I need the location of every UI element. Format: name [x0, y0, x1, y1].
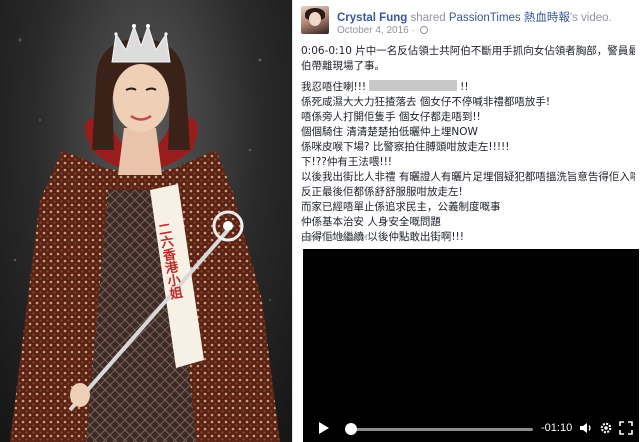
facebook-post: Crystal Fung shared PassionTimes 熱血時報's …	[292, 0, 640, 442]
post-line: 係死咸濕大大力狂揸落去 個女仔不停喊非禮都唔放手!	[301, 96, 551, 108]
video-scrubber[interactable]	[345, 428, 533, 431]
post-line: 反正最後佢都係舒舒服服咁放走左!	[301, 186, 463, 198]
volume-icon[interactable]	[579, 421, 593, 435]
post-line: 我忍唔住喇!!!!!	[301, 80, 635, 95]
pageant-photo: 二六香港小姐	[0, 0, 292, 442]
post-line-tail: !!	[460, 81, 469, 93]
avatar[interactable]	[301, 6, 329, 34]
post-line: 下!??仲有王法喂!!!	[301, 156, 392, 168]
video-controls: -01:10	[303, 416, 639, 442]
shared-suffix: 's video.	[569, 12, 612, 24]
post-attribution: Crystal Fung shared PassionTimes 熱血時報's …	[337, 9, 612, 25]
time-remaining: -01:10	[541, 422, 573, 434]
settings-gear-icon[interactable]	[599, 421, 613, 435]
post-paragraph: 我忍唔住喇!!!!! 係死咸濕大大力狂揸落去 個女仔不停喊非禮都唔放手! 唔係旁…	[301, 80, 635, 245]
post-line: 而家已經唔單止係追求民主，公義制度嘅事	[301, 201, 501, 213]
post-body: 0:06-0:10 片中一名反佔領士共阿伯不斷用手抓向女佔領者胸部，警員最後把阿…	[301, 44, 635, 251]
post-line: 唔係旁人打開佢隻手 個女仔都走唔到!!	[301, 111, 481, 123]
pageant-photo-illustration	[10, 24, 280, 442]
scrubber-handle[interactable]	[344, 423, 357, 435]
see-translation-link[interactable]: See Translation	[301, 232, 371, 243]
post-line: 個個騎住 清清楚楚拍低曬仲上埋NOW	[301, 126, 478, 138]
post-line: 以後我出街比人非禮 有曬證人有曬片足埋個疑犯都唔搵洗旨意告得佢入嗝!!	[301, 171, 635, 183]
redacted-block	[369, 80, 458, 91]
play-icon[interactable]	[319, 422, 329, 434]
author-link[interactable]: Crystal Fung	[337, 12, 407, 24]
video-player[interactable]: -01:10	[303, 249, 639, 442]
post-line: 係咪皮喉下場? 比警察拍住膊頭咁放走左!!!!!	[301, 141, 510, 153]
post-date-sep: ·	[411, 25, 415, 36]
post-line: 0:06-0:10 片中一名反佔領士共阿伯不斷用手抓向女佔領者胸部，警員最後把阿	[301, 45, 635, 57]
post-line: 仲係基本治安 人身安全嘅問題	[301, 216, 441, 228]
globe-icon	[419, 26, 428, 34]
post-date-text: October 4, 2016	[337, 25, 409, 36]
post-line: 伯帶離現場了事。	[301, 60, 385, 72]
fullscreen-icon[interactable]	[619, 421, 633, 435]
post-line-text: 我忍唔住喇!!!	[301, 81, 367, 93]
action-text: shared	[410, 12, 446, 24]
shared-page-link[interactable]: PassionTimes 熱血時報	[449, 12, 570, 24]
post-header: Crystal Fung shared PassionTimes 熱血時報's …	[301, 6, 637, 40]
post-paragraph: 0:06-0:10 片中一名反佔領士共阿伯不斷用手抓向女佔領者胸部，警員最後把阿…	[301, 44, 635, 74]
post-date[interactable]: October 4, 2016 ·	[337, 25, 428, 36]
